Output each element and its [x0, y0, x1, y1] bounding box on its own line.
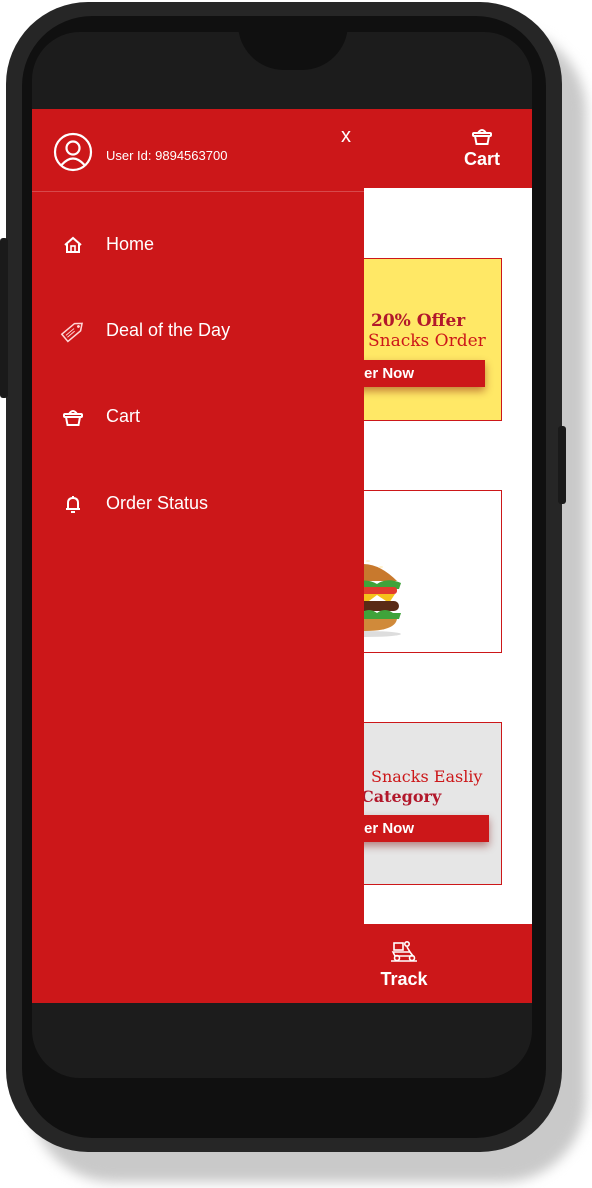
offer-subtitle: Snacks Order	[368, 331, 486, 351]
power-button	[558, 426, 566, 504]
category-subtitle: Snacks Easliy	[371, 767, 483, 786]
user-id-label: User Id: 9894563700	[106, 148, 228, 163]
close-drawer-button[interactable]: x	[336, 125, 356, 148]
track-label: Track	[380, 969, 428, 989]
menu-item-home[interactable]: Home	[32, 223, 364, 267]
navigation-drawer: User Id: 9894563700 x Home Deal of the D…	[32, 109, 364, 1003]
basket-icon	[472, 129, 492, 145]
drawer-header: User Id: 9894563700 x	[32, 109, 364, 192]
app-screen: Cart 20% Offer Snacks Order rder Now Sna…	[32, 109, 532, 1003]
header-cart-button[interactable]: Cart	[432, 109, 532, 188]
header-cart-label: Cart	[463, 149, 500, 169]
bell-icon	[66, 496, 80, 513]
user-avatar-icon[interactable]	[53, 132, 93, 172]
menu-item-order-status[interactable]: Order Status	[32, 482, 364, 526]
menu-label-deal-of-the-day: Deal of the Day	[106, 320, 231, 340]
category-title: Category	[361, 787, 442, 806]
home-icon	[64, 236, 82, 253]
menu-label-home: Home	[106, 234, 155, 254]
offer-title: 20% Offer	[371, 311, 466, 331]
menu-label-order-status: Order Status	[106, 493, 209, 513]
tag-icon	[60, 322, 83, 343]
menu-item-deal-of-the-day[interactable]: Deal of the Day	[32, 309, 364, 353]
track-button[interactable]: Track	[354, 940, 454, 990]
volume-button	[0, 238, 8, 398]
delivery-scooter-icon	[391, 940, 417, 962]
menu-label-cart: Cart	[106, 406, 141, 426]
menu-item-cart[interactable]: Cart	[32, 395, 364, 439]
basket-icon	[63, 410, 83, 426]
